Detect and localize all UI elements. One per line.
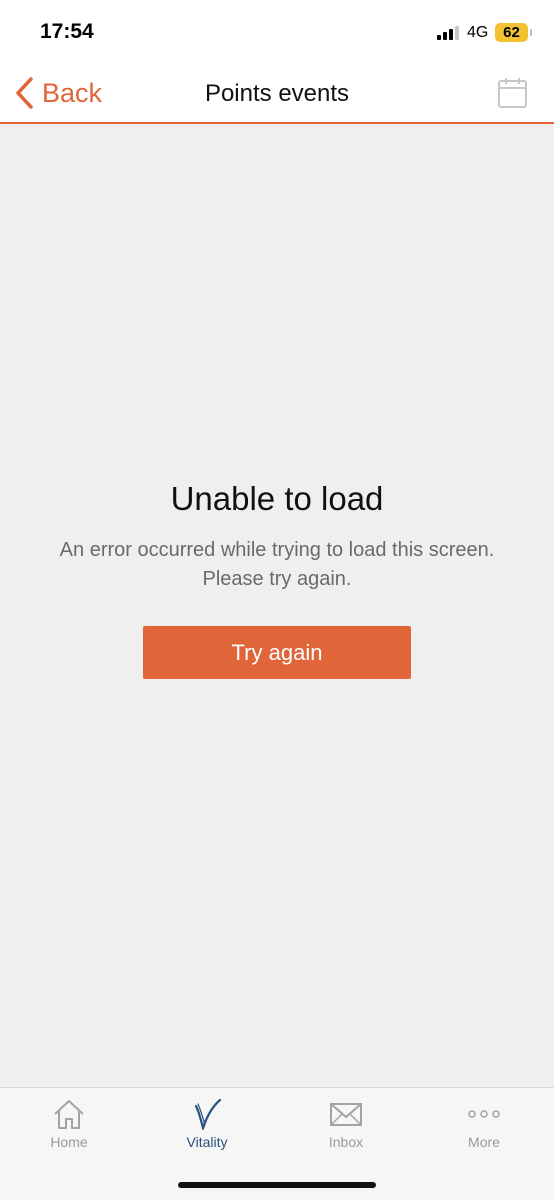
status-time: 17:54 xyxy=(40,20,94,43)
signal-icon xyxy=(437,26,459,40)
error-message-line-2: Please try again. xyxy=(202,568,352,590)
tab-more[interactable]: More xyxy=(415,1098,553,1150)
nav-bar: Back Points events xyxy=(0,64,554,124)
status-bar: 17:54 4G 62 xyxy=(0,0,554,64)
error-message: An error occurred while trying to load t… xyxy=(0,536,554,594)
more-icon xyxy=(468,1110,500,1118)
error-block: Unable to load An error occurred while t… xyxy=(0,480,554,594)
screen: 17:54 4G 62 Back Points events Unable to… xyxy=(0,0,554,1200)
network-type: 4G xyxy=(467,24,489,41)
tab-vitality[interactable]: Vitality xyxy=(138,1098,276,1150)
tab-home-label: Home xyxy=(50,1134,88,1150)
tab-inbox-label: Inbox xyxy=(328,1134,364,1150)
try-again-button[interactable]: Try again xyxy=(143,626,411,679)
tab-vitality-label: Vitality xyxy=(186,1134,228,1150)
home-indicator xyxy=(178,1182,376,1188)
tab-inbox[interactable]: Inbox xyxy=(277,1098,415,1150)
battery-icon: 62 xyxy=(495,23,532,42)
inbox-icon xyxy=(330,1103,362,1126)
tab-more-label: More xyxy=(468,1134,500,1150)
page-title: Points events xyxy=(204,80,350,107)
tab-home[interactable]: Home xyxy=(0,1098,138,1150)
home-icon xyxy=(54,1100,84,1129)
vitality-icon xyxy=(194,1098,222,1130)
error-message-line-1: An error occurred while trying to load t… xyxy=(59,539,495,561)
error-title: Unable to load xyxy=(170,480,384,517)
calendar-icon[interactable] xyxy=(497,76,529,110)
